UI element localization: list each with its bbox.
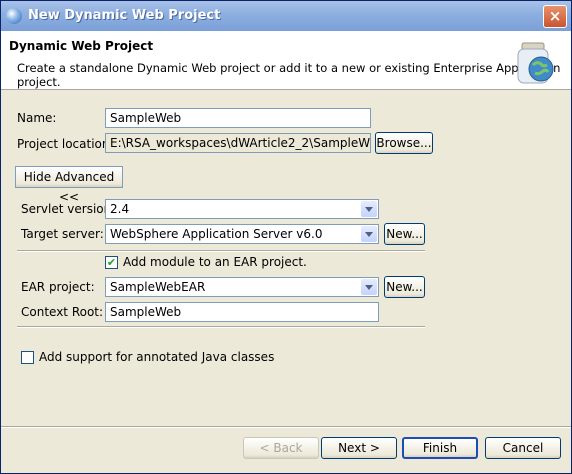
footer-separator bbox=[1, 426, 571, 428]
new-server-button[interactable]: New... bbox=[384, 223, 425, 245]
dropdown-arrow-icon[interactable] bbox=[361, 201, 377, 217]
target-server-label: Target server: bbox=[21, 227, 104, 241]
context-root-input[interactable]: SampleWeb bbox=[105, 302, 379, 322]
name-input[interactable]: SampleWeb bbox=[105, 108, 371, 128]
separator bbox=[17, 326, 425, 328]
cancel-button[interactable]: Cancel bbox=[485, 437, 561, 459]
add-to-ear-label: Add module to an EAR project. bbox=[123, 255, 307, 269]
project-location-label: Project location: bbox=[17, 137, 114, 151]
back-button[interactable]: < Back bbox=[243, 437, 319, 459]
target-server-value: WebSphere Application Server v6.0 bbox=[110, 227, 323, 241]
dialog-window: New Dynamic Web Project × Dynamic Web Pr… bbox=[0, 0, 572, 474]
browse-button[interactable]: Browse... bbox=[375, 132, 433, 154]
wizard-header: Dynamic Web Project Create a standalone … bbox=[1, 31, 571, 90]
dropdown-arrow-icon[interactable] bbox=[361, 279, 377, 295]
separator bbox=[17, 250, 425, 252]
hide-advanced-button[interactable]: Hide Advanced << bbox=[15, 166, 123, 204]
annotated-classes-checkbox[interactable] bbox=[21, 351, 34, 364]
annotated-classes-label: Add support for annotated Java classes bbox=[39, 350, 275, 364]
web-project-jar-icon bbox=[517, 42, 554, 84]
servlet-version-value: 2.4 bbox=[110, 202, 130, 216]
add-to-ear-checkbox[interactable]: ✔ bbox=[105, 256, 118, 269]
finish-button[interactable]: Finish bbox=[402, 437, 478, 459]
name-label: Name: bbox=[17, 111, 57, 125]
header-title: Dynamic Web Project bbox=[9, 39, 154, 53]
header-description: Create a standalone Dynamic Web project … bbox=[17, 61, 561, 89]
project-location-field[interactable]: E:\RSA_workspaces\dWArticle2_2\SampleWeb bbox=[105, 133, 371, 153]
servlet-version-combo[interactable]: 2.4 bbox=[105, 199, 379, 219]
ear-project-combo[interactable]: SampleWebEAR bbox=[105, 277, 379, 297]
wizard-content: Name: SampleWeb Project location: E:\RSA… bbox=[1, 90, 571, 426]
window-title: New Dynamic Web Project bbox=[28, 8, 221, 23]
ear-project-value: SampleWebEAR bbox=[110, 280, 206, 294]
eclipse-icon bbox=[6, 8, 22, 24]
title-bar[interactable]: New Dynamic Web Project × bbox=[1, 1, 571, 31]
ear-project-label: EAR project: bbox=[21, 280, 95, 294]
servlet-version-label: Servlet version: bbox=[21, 202, 116, 216]
dropdown-arrow-icon[interactable] bbox=[361, 226, 377, 242]
context-root-label: Context Root: bbox=[21, 305, 104, 319]
next-button[interactable]: Next > bbox=[321, 437, 397, 459]
new-ear-button[interactable]: New... bbox=[384, 276, 425, 298]
target-server-combo[interactable]: WebSphere Application Server v6.0 bbox=[105, 224, 379, 244]
close-icon[interactable]: × bbox=[543, 5, 567, 28]
